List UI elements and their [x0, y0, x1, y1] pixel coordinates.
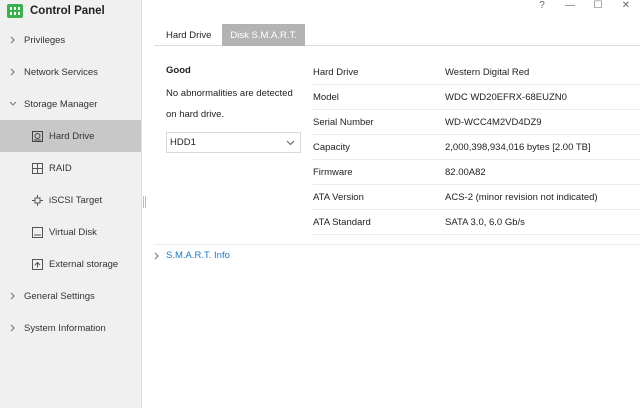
- sidebar: Control Panel Privileges Network Service…: [0, 0, 142, 408]
- status-message-line2: on hard drive.: [166, 109, 225, 120]
- drive-select-value: HDD1: [170, 137, 196, 148]
- chevron-right-icon: [8, 323, 18, 333]
- sidebar-item-label: Privileges: [24, 34, 66, 46]
- minimize-icon[interactable]: —: [556, 0, 584, 14]
- sidebar-item-label: iSCSI Target: [49, 194, 103, 206]
- app-title: Control Panel: [30, 5, 105, 17]
- info-key: Serial Number: [313, 116, 374, 128]
- info-key: ATA Standard: [313, 216, 371, 228]
- sidebar-item-hard-drive[interactable]: Hard Drive: [0, 120, 141, 152]
- info-value: Western Digital Red: [445, 66, 530, 78]
- iscsi-icon: [32, 194, 43, 206]
- sidebar-item-storage-manager[interactable]: Storage Manager: [0, 88, 141, 120]
- sidebar-item-label: External storage: [49, 258, 119, 270]
- sidebar-item-label: Network Services: [24, 66, 98, 78]
- window-controls: ? — ☐ ✕: [528, 0, 640, 14]
- app-header: Control Panel: [0, 0, 141, 22]
- help-icon[interactable]: ?: [528, 0, 556, 14]
- main-content: Hard Drive Disk S.M.A.R.T. Good No abnor…: [154, 24, 640, 261]
- info-key: Hard Drive: [313, 66, 359, 78]
- info-value: 82.00A82: [445, 166, 486, 178]
- sidebar-item-iscsi-target[interactable]: iSCSI Target: [0, 184, 141, 216]
- info-row: ATA Version ACS-2 (minor revision not in…: [313, 185, 640, 210]
- sidebar-item-external-storage[interactable]: External storage: [0, 248, 141, 280]
- raid-icon: [32, 162, 43, 174]
- sidebar-nav: Privileges Network Services Storage Mana…: [0, 24, 141, 344]
- info-row: Model WDC WD20EFRX-68EUZN0: [313, 85, 640, 110]
- info-value: 2,000,398,934,016 bytes [2.00 TB]: [445, 141, 591, 153]
- sidebar-item-label: RAID: [49, 162, 72, 174]
- sidebar-item-privileges[interactable]: Privileges: [0, 24, 141, 56]
- sidebar-item-label: Virtual Disk: [49, 226, 97, 238]
- tab-hard-drive[interactable]: Hard Drive: [158, 24, 219, 46]
- sidebar-item-network-services[interactable]: Network Services: [0, 56, 141, 88]
- status-title: Good: [166, 65, 191, 76]
- sidebar-item-raid[interactable]: RAID: [0, 152, 141, 184]
- close-icon[interactable]: ✕: [612, 0, 640, 14]
- info-value: WDC WD20EFRX-68EUZN0: [445, 91, 567, 103]
- drive-select[interactable]: HDD1: [166, 132, 301, 153]
- sidebar-item-system-information[interactable]: System Information: [0, 312, 141, 344]
- external-storage-icon: [32, 258, 43, 270]
- virtual-disk-icon: [32, 226, 43, 238]
- info-row: Capacity 2,000,398,934,016 bytes [2.00 T…: [313, 135, 640, 160]
- sidebar-resize-handle[interactable]: [143, 196, 146, 208]
- sidebar-item-label: General Settings: [24, 290, 95, 302]
- drive-info-table: Hard Drive Western Digital Red Model WDC…: [313, 60, 640, 235]
- info-key: Capacity: [313, 141, 350, 153]
- info-key: Firmware: [313, 166, 353, 178]
- sidebar-item-virtual-disk[interactable]: Virtual Disk: [0, 216, 141, 248]
- info-value: WD-WCC4M2VD4DZ9: [445, 116, 542, 128]
- smart-info-label: S.M.A.R.T. Info: [166, 250, 230, 261]
- info-row: Hard Drive Western Digital Red: [313, 60, 640, 85]
- info-key: Model: [313, 91, 339, 103]
- info-key: ATA Version: [313, 191, 364, 203]
- info-row: Firmware 82.00A82: [313, 160, 640, 185]
- chevron-right-icon: [8, 67, 18, 77]
- info-row: Serial Number WD-WCC4M2VD4DZ9: [313, 110, 640, 135]
- maximize-icon[interactable]: ☐: [584, 0, 612, 14]
- drive-status-panel: Good No abnormalities are detected on ha…: [166, 65, 301, 153]
- sidebar-item-label: System Information: [24, 322, 106, 334]
- status-message-line1: No abnormalities are detected: [166, 88, 293, 99]
- tab-disk-smart[interactable]: Disk S.M.A.R.T.: [222, 24, 305, 46]
- info-value: SATA 3.0, 6.0 Gb/s: [445, 216, 525, 228]
- chevron-right-icon: [8, 291, 18, 301]
- info-row: ATA Standard SATA 3.0, 6.0 Gb/s: [313, 210, 640, 235]
- smart-info-toggle[interactable]: S.M.A.R.T. Info: [154, 244, 640, 266]
- sidebar-item-label: Storage Manager: [24, 98, 98, 110]
- chevron-right-icon: [8, 35, 18, 45]
- sidebar-item-general-settings[interactable]: General Settings: [0, 280, 141, 312]
- chevron-down-icon: [286, 138, 295, 149]
- tab-bar: Hard Drive Disk S.M.A.R.T.: [154, 24, 640, 46]
- hard-drive-icon: [32, 130, 43, 142]
- chevron-down-icon: [8, 99, 18, 109]
- sidebar-item-label: Hard Drive: [49, 130, 95, 142]
- chevron-right-icon: [154, 252, 160, 260]
- control-panel-logo-icon: [7, 4, 23, 18]
- info-value: ACS-2 (minor revision not indicated): [445, 191, 598, 203]
